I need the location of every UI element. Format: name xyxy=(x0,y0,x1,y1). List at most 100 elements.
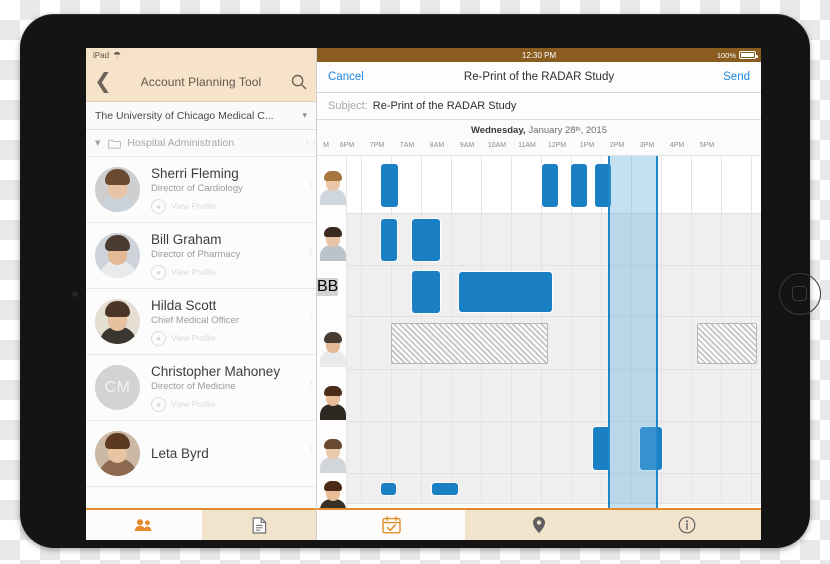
folder-row-hospital-administration[interactable]: ▼ Hospital Administration ⋮⋮ xyxy=(86,130,316,157)
hour-label: 4PM xyxy=(662,142,692,149)
left-tab-bar xyxy=(86,508,317,540)
schedule-lane[interactable] xyxy=(346,474,761,503)
calendar-check-icon xyxy=(382,516,401,534)
page-title: Account Planning Tool xyxy=(120,75,282,89)
subject-value: Re-Print of the RADAR Study xyxy=(373,100,517,112)
drag-handle-icon[interactable]: ⋮⋮ xyxy=(307,183,311,188)
front-camera-icon xyxy=(71,290,79,298)
avatar-photo xyxy=(95,167,140,212)
contact-list[interactable]: Sherri FlemingDirector of Cardiology●Vie… xyxy=(86,157,316,540)
avatar-photo xyxy=(95,299,140,344)
drag-handle-icon[interactable]: ⋮⋮ xyxy=(303,141,307,146)
busy-block[interactable] xyxy=(595,164,611,207)
tablet-screen: iPad ☂ ❮ Account Planning Tool The Unive… xyxy=(86,48,761,540)
schedule-row[interactable] xyxy=(317,266,761,317)
schedule-row[interactable] xyxy=(317,214,761,266)
left-panel: iPad ☂ ❮ Account Planning Tool The Unive… xyxy=(86,48,317,540)
schedule-date: Wednesday, January 28th, 2015 xyxy=(317,120,761,140)
subject-field[interactable]: Subject: Re-Print of the RADAR Study xyxy=(317,93,761,120)
busy-block[interactable] xyxy=(432,483,458,495)
home-button[interactable] xyxy=(779,273,821,315)
view-profile-link[interactable]: ●View Profile xyxy=(151,199,307,214)
contact-name: Hilda Scott xyxy=(151,298,307,314)
busy-block[interactable] xyxy=(381,219,397,261)
schedule-lane[interactable] xyxy=(346,422,761,473)
triangle-down-icon: ▼ xyxy=(95,139,100,147)
view-profile-link[interactable]: ● View Profile xyxy=(151,397,307,412)
hour-label: 10AM xyxy=(482,142,512,149)
avatar-photo xyxy=(95,233,140,278)
schedule-grid[interactable]: BB xyxy=(317,156,761,508)
contact-list-item[interactable]: Sherri FlemingDirector of Cardiology●Vie… xyxy=(86,157,316,223)
busy-block[interactable] xyxy=(412,219,440,261)
tab-info[interactable] xyxy=(613,510,761,540)
drag-handle-icon[interactable]: ⋮⋮ xyxy=(307,249,311,254)
schedule-lane[interactable] xyxy=(346,266,761,316)
tab-location[interactable] xyxy=(465,510,613,540)
tab-documents[interactable] xyxy=(202,510,318,540)
schedule-row[interactable] xyxy=(317,474,761,504)
view-profile-label: View Profile xyxy=(171,399,216,409)
schedule-row[interactable] xyxy=(317,422,761,474)
info-circle-icon xyxy=(678,516,696,534)
busy-block[interactable] xyxy=(381,164,398,207)
schedule-lane[interactable] xyxy=(346,317,761,369)
cancel-button[interactable]: Cancel xyxy=(328,71,364,83)
contact-list-item[interactable]: Leta Byrd⋮⋮ xyxy=(86,421,316,487)
tentative-block[interactable] xyxy=(697,323,757,364)
view-profile-label: View Profile xyxy=(171,333,216,343)
drag-handle-icon[interactable]: ⋮⋮ xyxy=(307,381,311,386)
person-icon: ● xyxy=(151,331,166,346)
hour-label: 12PM xyxy=(542,142,572,149)
person-icon: ● xyxy=(151,397,166,412)
busy-block[interactable] xyxy=(542,164,558,207)
contact-name: Christopher Mahoney xyxy=(151,364,307,380)
right-tab-bar xyxy=(317,508,761,540)
busy-block[interactable] xyxy=(593,427,610,470)
busy-block[interactable] xyxy=(459,272,552,312)
drag-handle-icon[interactable]: ⋮⋮ xyxy=(307,447,311,452)
schedule-row[interactable] xyxy=(317,156,761,214)
wifi-icon: ☂ xyxy=(113,50,121,61)
left-nav-bar: ❮ Account Planning Tool xyxy=(86,62,316,102)
busy-block[interactable] xyxy=(412,271,440,313)
busy-block[interactable] xyxy=(640,427,662,470)
right-panel: 12:30 PM 100% Cancel Re-Print of the RAD… xyxy=(317,48,761,540)
schedule-weekday: Wednesday, xyxy=(471,125,526,136)
busy-block[interactable] xyxy=(571,164,587,207)
hour-label: 6PM xyxy=(332,142,362,149)
chevron-left-icon[interactable]: ❮ xyxy=(86,71,120,92)
contact-info: Sherri FlemingDirector of Cardiology●Vie… xyxy=(151,166,307,214)
compose-nav-bar: Cancel Re-Print of the RADAR Study Send xyxy=(317,62,761,93)
search-icon[interactable] xyxy=(282,74,316,90)
schedule-lane[interactable] xyxy=(346,370,761,421)
schedule-lane[interactable] xyxy=(346,214,761,265)
folder-name: Hospital Administration xyxy=(127,137,303,149)
tab-contacts[interactable] xyxy=(86,510,202,540)
device-label: iPad xyxy=(93,51,109,60)
drag-handle-icon[interactable]: ⋮⋮ xyxy=(307,315,311,320)
contact-list-item[interactable]: Hilda ScottChief Medical Officer●View Pr… xyxy=(86,289,316,355)
location-pin-icon xyxy=(532,516,546,534)
ios-status-bar: 12:30 PM 100% xyxy=(317,48,761,62)
status-time: 12:30 PM xyxy=(522,51,556,60)
schedule-row[interactable] xyxy=(317,317,761,370)
hour-label: 7AM xyxy=(392,142,422,149)
contact-list-item[interactable]: CMChristopher MahoneyDirector of Medicin… xyxy=(86,355,316,421)
tab-schedule[interactable] xyxy=(317,510,465,540)
contact-list-item[interactable]: Bill GrahamDirector of Pharmacy●View Pro… xyxy=(86,223,316,289)
busy-block[interactable] xyxy=(381,483,396,495)
view-profile-link[interactable]: ●View Profile xyxy=(151,265,307,280)
account-selector[interactable]: The University of Chicago Medical C... ▾ xyxy=(86,102,316,130)
schedule-row[interactable] xyxy=(317,370,761,422)
tentative-block[interactable] xyxy=(391,323,548,364)
contact-info: Christopher MahoneyDirector of Medicine●… xyxy=(151,364,307,412)
schedule-lane[interactable] xyxy=(346,156,761,213)
chevron-down-icon: ▾ xyxy=(302,111,307,121)
hour-label: 1PM xyxy=(572,142,602,149)
attendee-avatar-initials[interactable]: BB xyxy=(317,278,338,296)
send-button[interactable]: Send xyxy=(723,71,750,83)
avatar-photo xyxy=(95,431,140,476)
people-icon xyxy=(134,518,153,532)
view-profile-link[interactable]: ● View Profile xyxy=(151,331,307,346)
